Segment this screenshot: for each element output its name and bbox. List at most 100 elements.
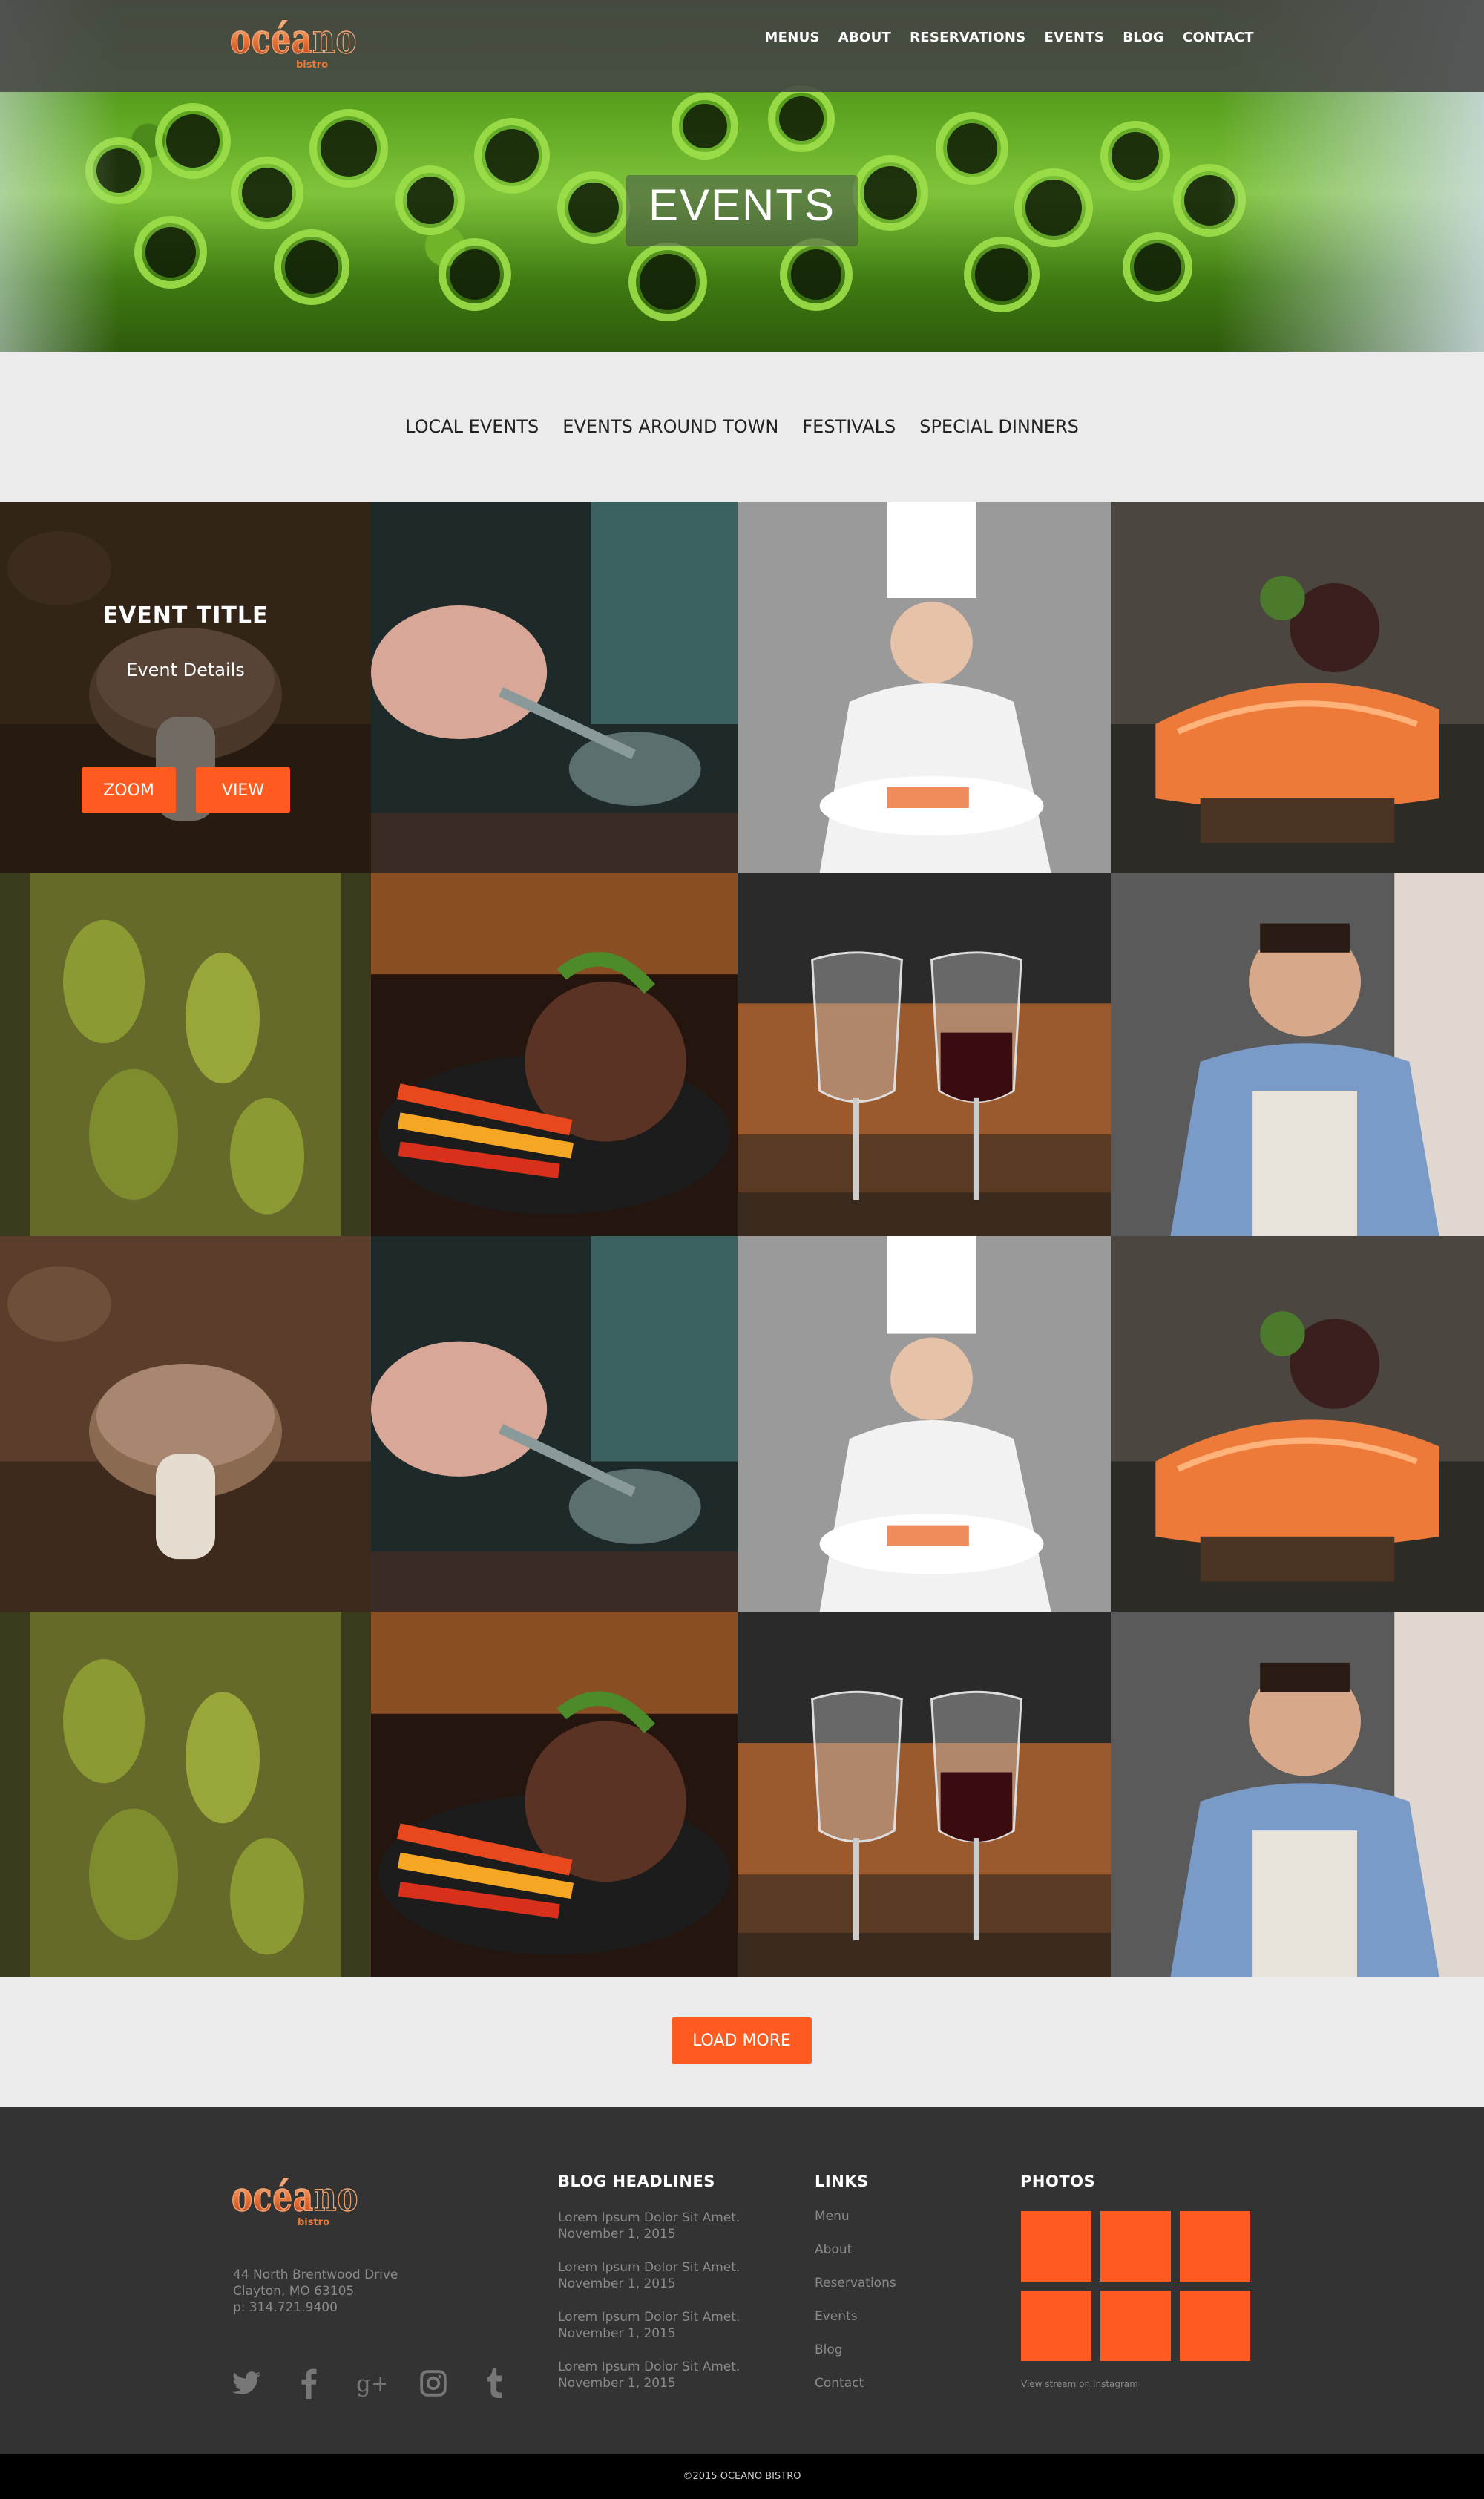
- chef-spoon-photo: [371, 1236, 738, 1612]
- chef-spoon-photo: [371, 502, 738, 873]
- instagram-link[interactable]: View stream on Instagram: [1021, 2379, 1138, 2389]
- filter-festivals[interactable]: FESTIVALS: [802, 416, 896, 437]
- event-title: EVENT TITLE: [102, 602, 269, 628]
- load-more-button[interactable]: LOAD MORE: [672, 2017, 812, 2064]
- address-street: 44 North Brentwood Drive: [233, 2268, 398, 2282]
- twitter-icon[interactable]: [232, 2367, 261, 2400]
- view-button[interactable]: VIEW: [196, 767, 290, 813]
- load-more-section: LOAD MORE: [0, 1977, 1484, 2107]
- photos-title: PHOTOS: [1020, 2173, 1096, 2190]
- instagram-photo-thumbnail[interactable]: [1021, 2291, 1091, 2361]
- zoom-button[interactable]: ZOOM: [82, 767, 176, 813]
- blog-headline-item[interactable]: Lorem Ipsum Dolor Sit Amet. November 1, 2…: [558, 2359, 740, 2391]
- event-category-filters: LOCAL EVENTS EVENTS AROUND TOWN FESTIVAL…: [0, 352, 1484, 502]
- gallery-tile-chef-spoon[interactable]: [371, 502, 738, 873]
- footer-links-list: Menu About Reservations Events Blog Contact: [815, 2208, 896, 2408]
- nav-about[interactable]: ABOUT: [838, 30, 891, 45]
- gallery-tile-steak-vegetables[interactable]: [371, 873, 738, 1236]
- chef-plating-photo: [738, 1236, 1111, 1612]
- filter-local-events[interactable]: LOCAL EVENTS: [405, 416, 539, 437]
- filter-special-dinners[interactable]: SPECIAL DINNERS: [919, 416, 1079, 437]
- blog-headlines-title: BLOG HEADLINES: [558, 2173, 715, 2190]
- steak-vegetables-photo: [371, 1612, 738, 1977]
- blog-headline-text: Lorem Ipsum Dolor Sit Amet.: [558, 2260, 741, 2275]
- blog-headline-item[interactable]: Lorem Ipsum Dolor Sit Amet. November 1, 2…: [558, 2210, 740, 2242]
- tumblr-icon[interactable]: [481, 2367, 510, 2400]
- footer-link-blog[interactable]: Blog: [815, 2342, 896, 2358]
- top-navigation-bar: océano bistro MENUS ABOUT RESERVATIONS E…: [0, 0, 1484, 92]
- nav-contact[interactable]: CONTACT: [1183, 30, 1254, 45]
- blog-headline-text: Lorem Ipsum Dolor Sit Amet.: [558, 2310, 741, 2325]
- copyright: ©2015 OCEANO BISTRO: [0, 2454, 1484, 2499]
- blog-headlines-list: Lorem Ipsum Dolor Sit Amet. November 1, 2…: [558, 2210, 740, 2408]
- gallery-tile-wine-glasses[interactable]: [738, 873, 1111, 1236]
- footer-link-events[interactable]: Events: [815, 2308, 896, 2325]
- logo-subtitle: bistro: [295, 59, 328, 70]
- instagram-photo-thumbnail[interactable]: [1100, 2291, 1171, 2361]
- gallery-tile-smiling-chef[interactable]: [1111, 1612, 1484, 1977]
- footer-logo-subtitle: bistro: [297, 2217, 329, 2228]
- gallery-tile-steak-vegetables[interactable]: [371, 1612, 738, 1977]
- site-footer: océano bistro 44 North Brentwood Drive C…: [0, 2107, 1484, 2454]
- logo-wordmark: océano: [229, 15, 358, 62]
- gallery-tile-salmon[interactable]: [1111, 502, 1484, 873]
- gallery-tile-mushroom[interactable]: EVENT TITLE Event Details ZOOM VIEW: [0, 502, 371, 873]
- gallery-tile-pickles[interactable]: [0, 1612, 371, 1977]
- salmon-photo: [1111, 502, 1484, 873]
- blog-headline-date: November 1, 2015: [558, 2227, 676, 2242]
- nav-menus[interactable]: MENUS: [764, 30, 819, 45]
- pickles-photo: [0, 1612, 371, 1977]
- facebook-icon[interactable]: [294, 2367, 324, 2400]
- gallery-tile-chef-spoon[interactable]: [371, 1236, 738, 1612]
- instagram-icon[interactable]: [418, 2367, 448, 2400]
- footer-address: 44 North Brentwood Drive Clayton, MO 631…: [233, 2267, 398, 2316]
- blog-headline-date: November 1, 2015: [558, 2326, 676, 2341]
- wine-glasses-photo: [738, 873, 1111, 1236]
- links-title: LINKS: [815, 2173, 869, 2190]
- instagram-photo-thumbnail[interactable]: [1021, 2211, 1091, 2282]
- wine-glasses-photo: [738, 1612, 1111, 1977]
- instagram-photo-grid: [1021, 2211, 1252, 2361]
- instagram-photo-thumbnail[interactable]: [1100, 2211, 1171, 2282]
- footer-logo[interactable]: océano bistro: [231, 2173, 359, 2233]
- salmon-photo: [1111, 1236, 1484, 1612]
- address-phone: p: 314.721.9400: [233, 2300, 338, 2315]
- gallery-tile-pickles[interactable]: [0, 873, 371, 1236]
- instagram-photo-thumbnail[interactable]: [1180, 2211, 1250, 2282]
- mushroom-photo: [0, 1236, 371, 1612]
- social-links: g+: [232, 2367, 510, 2400]
- gallery-tile-wine-glasses[interactable]: [738, 1612, 1111, 1977]
- smiling-chef-photo: [1111, 873, 1484, 1236]
- footer-link-menu[interactable]: Menu: [815, 2208, 896, 2224]
- blog-headline-date: November 1, 2015: [558, 2376, 676, 2391]
- blog-headline-text: Lorem Ipsum Dolor Sit Amet.: [558, 2210, 741, 2225]
- blog-headline-text: Lorem Ipsum Dolor Sit Amet.: [558, 2360, 741, 2374]
- footer-link-reservations[interactable]: Reservations: [815, 2275, 896, 2291]
- main-nav: MENUS ABOUT RESERVATIONS EVENTS BLOG CON…: [764, 30, 1254, 45]
- nav-reservations[interactable]: RESERVATIONS: [910, 30, 1025, 45]
- nav-blog[interactable]: BLOG: [1123, 30, 1164, 45]
- smiling-chef-photo: [1111, 1612, 1484, 1977]
- filter-events-around-town[interactable]: EVENTS AROUND TOWN: [562, 416, 778, 437]
- blog-headline-item[interactable]: Lorem Ipsum Dolor Sit Amet. November 1, 2…: [558, 2309, 740, 2342]
- instagram-photo-thumbnail[interactable]: [1180, 2291, 1250, 2361]
- footer-logo-wordmark: océano: [231, 2173, 359, 2220]
- nav-events[interactable]: EVENTS: [1045, 30, 1105, 45]
- site-logo[interactable]: océano bistro: [229, 15, 358, 76]
- gallery-tile-chef-plating[interactable]: [738, 502, 1111, 873]
- footer-link-contact[interactable]: Contact: [815, 2375, 896, 2391]
- address-city: Clayton, MO 63105: [233, 2284, 355, 2299]
- pickles-photo: [0, 873, 371, 1236]
- steak-vegetables-photo: [371, 873, 738, 1236]
- gallery-tile-smiling-chef[interactable]: [1111, 873, 1484, 1236]
- event-hover-overlay: EVENT TITLE Event Details ZOOM VIEW: [0, 502, 371, 873]
- gallery-tile-mushroom[interactable]: [0, 1236, 371, 1612]
- gallery-tile-salmon[interactable]: [1111, 1236, 1484, 1612]
- page-title: EVENTS: [648, 180, 836, 230]
- footer-link-about[interactable]: About: [815, 2242, 896, 2258]
- google-plus-icon[interactable]: g+: [356, 2367, 386, 2400]
- event-details: Event Details: [126, 660, 245, 680]
- event-gallery-grid: EVENT TITLE Event Details ZOOM VIEW: [0, 502, 1484, 1977]
- gallery-tile-chef-plating[interactable]: [738, 1236, 1111, 1612]
- blog-headline-item[interactable]: Lorem Ipsum Dolor Sit Amet. November 1, 2…: [558, 2259, 740, 2292]
